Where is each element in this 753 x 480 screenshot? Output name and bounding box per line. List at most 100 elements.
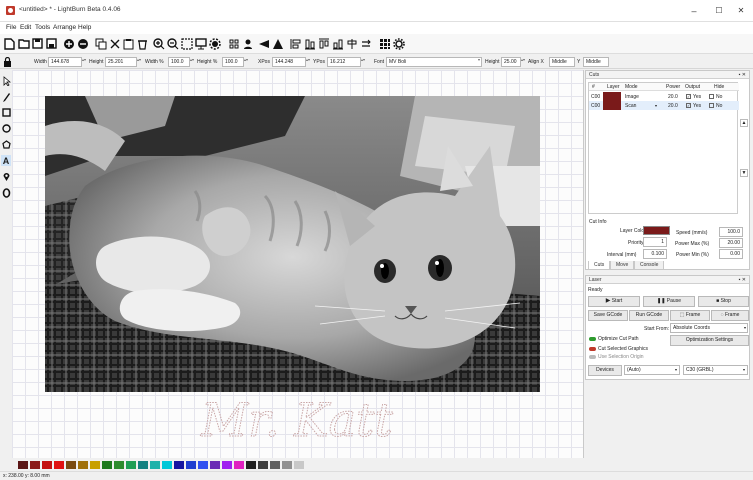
power-min-input[interactable]: 0.00 [719,249,743,259]
height-input[interactable]: 25.201 [105,57,137,67]
align-x-select[interactable]: Middle [549,57,575,67]
optimization-settings-button[interactable]: Optimization Settings [670,335,749,346]
layer-color-picker[interactable] [643,226,670,235]
position-pin-icon[interactable] [1,171,11,182]
align-icon[interactable] [271,37,284,50]
font-dropdown-icon[interactable]: ▾ [477,57,481,67]
output-checkbox[interactable]: ✓ [686,103,691,108]
width-pct-spinner[interactable]: ▴▾ [190,57,194,67]
cat-photo-image[interactable] [45,96,540,392]
measure-tool-icon[interactable] [1,187,11,198]
palette-swatch[interactable] [258,461,268,469]
mirror-icon[interactable] [257,37,270,50]
distribute-left-icon[interactable] [289,37,302,50]
palette-swatch[interactable] [90,461,100,469]
move-layer-down-button[interactable]: ▼ [740,169,748,177]
menu-arrange[interactable]: Arrange [53,24,76,31]
palette-swatch[interactable] [102,461,112,469]
draw-pen-icon[interactable] [1,91,11,102]
select-arrow-icon[interactable] [1,75,11,86]
layer-color-swatch[interactable] [603,101,621,110]
palette-swatch[interactable] [54,461,64,469]
palette-swatch[interactable] [294,461,304,469]
start-from-select[interactable]: Absolute Coords [670,323,748,333]
text-height-spinner[interactable]: ▴▾ [521,57,525,67]
text-height-input[interactable]: 25.00 [501,57,521,67]
frame-circle-button[interactable]: ◌ Frame [711,310,749,321]
run-gcode-button[interactable]: Run GCode [629,310,669,321]
ellipse-icon[interactable] [1,123,11,134]
group-icon[interactable] [227,37,240,50]
save-as-icon[interactable] [45,37,58,50]
device-port-dropdown-icon[interactable]: ▾ [675,367,677,372]
hide-checkbox[interactable] [709,94,714,99]
grid-icon[interactable] [378,37,391,50]
ypos-input[interactable]: 16.212 [327,57,361,67]
save-icon[interactable] [31,37,44,50]
panel-pin-icon[interactable]: ▪ ✕ [739,276,746,284]
flip-icon[interactable] [359,37,372,50]
user-icon[interactable] [241,37,254,50]
speed-input[interactable]: 100.0 [719,227,743,237]
cut-row-mode[interactable]: Scan [625,103,636,109]
ypos-spinner[interactable]: ▴▾ [361,57,365,67]
palette-swatch[interactable] [138,461,148,469]
distribute-bottom-icon[interactable] [345,37,358,50]
close-button[interactable]: ✕ [727,4,753,18]
height-pct-spinner[interactable]: ▴▾ [244,57,248,67]
pause-button[interactable]: ❚❚ Pause [643,296,695,307]
menu-tools[interactable]: Tools [35,24,50,31]
tab-move[interactable]: Move [610,261,635,270]
palette-swatch[interactable] [42,461,52,469]
distribute-center-icon[interactable] [303,37,316,50]
distribute-right-icon[interactable] [331,37,344,50]
device-dropdown-icon[interactable]: ▾ [743,367,745,372]
output-checkbox[interactable]: ✓ [686,94,691,99]
menu-edit[interactable]: Edit [20,24,31,31]
palette-swatch[interactable] [174,461,184,469]
width-spinner[interactable]: ▴▾ [82,57,86,67]
width-pct-input[interactable]: 100.0 [168,57,190,67]
devices-button[interactable]: Devices [588,365,622,376]
polygon-icon[interactable] [1,139,11,150]
palette-swatch[interactable] [18,461,28,469]
font-select[interactable]: MV Boli [386,57,482,67]
zoom-out-icon[interactable] [166,37,179,50]
palette-swatch[interactable] [150,461,160,469]
design-canvas[interactable]: Mr. Katt [12,70,584,458]
gear-icon[interactable] [392,37,405,50]
palette-swatch[interactable] [246,461,256,469]
palette-swatch[interactable] [30,461,40,469]
paste-icon[interactable] [122,37,135,50]
save-gcode-button[interactable]: Save GCode [588,310,628,321]
frame-rect-button[interactable]: ⬚ Frame [670,310,710,321]
signature-text-object[interactable]: Mr. Katt [152,390,442,450]
start-button[interactable]: ▶ Start [588,296,640,307]
palette-swatch[interactable] [162,461,172,469]
device-select[interactable]: C30 (GRBL) [683,365,748,375]
panel-pin-icon[interactable]: ▪ ✕ [739,71,746,79]
import-icon[interactable] [62,37,75,50]
cut-row-mode[interactable]: Image [625,94,639,100]
palette-swatch[interactable] [126,461,136,469]
xpos-spinner[interactable]: ▴▾ [306,57,310,67]
menu-help[interactable]: Help [78,24,91,31]
tab-cuts[interactable]: Cuts [588,261,611,270]
palette-swatch[interactable] [270,461,280,469]
palette-swatch[interactable] [210,461,220,469]
export-icon[interactable] [76,37,89,50]
tab-console[interactable]: Console [634,261,665,270]
text-tool-icon[interactable]: A [1,155,11,166]
distribute-top-icon[interactable] [317,37,330,50]
width-input[interactable]: 144.678 [48,57,82,67]
palette-swatch[interactable] [222,461,232,469]
palette-swatch[interactable] [78,461,88,469]
start-from-dropdown-icon[interactable]: ▾ [744,325,746,330]
lock-icon[interactable] [3,56,12,67]
zoom-in-icon[interactable] [152,37,165,50]
use-origin-toggle[interactable] [589,355,596,359]
palette-swatch[interactable] [186,461,196,469]
height-pct-input[interactable]: 100.0 [222,57,244,67]
priority-input[interactable]: 1 [643,237,667,247]
cut-selected-toggle[interactable] [589,347,596,351]
